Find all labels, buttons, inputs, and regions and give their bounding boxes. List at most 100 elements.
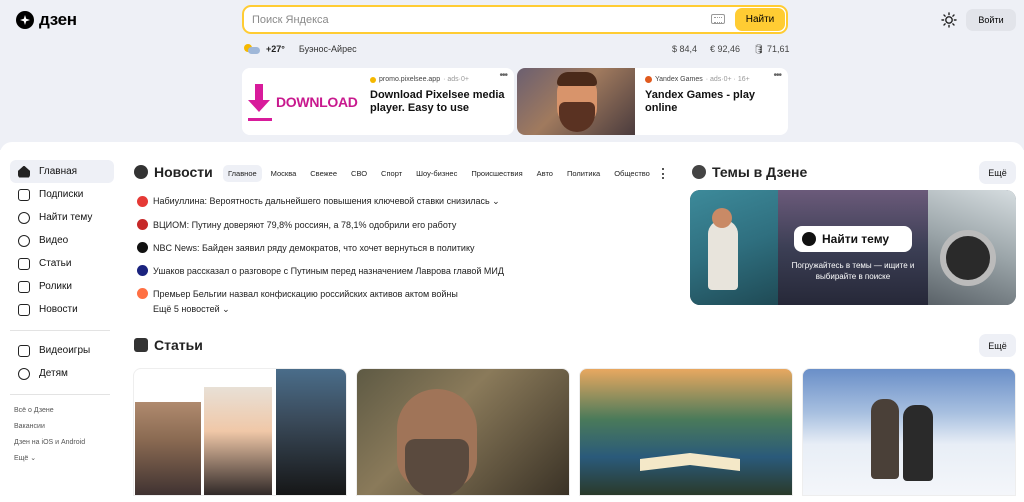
- article-photo-child: [903, 405, 933, 481]
- topics-banner[interactable]: Найти тему Погружайтесь в темы — ищите и…: [690, 190, 1016, 305]
- shorts-icon: [18, 280, 30, 293]
- more-tabs-icon[interactable]: [661, 168, 665, 179]
- weather-temp: +27°: [266, 44, 285, 54]
- articles-more-button[interactable]: Ещё: [979, 334, 1016, 357]
- sidebar-item-find-topic[interactable]: Найти тему: [10, 206, 114, 229]
- sidebar: Главная Подписки Найти тему Видео Статьи…: [10, 160, 114, 467]
- more-news-button[interactable]: Ещё 5 новостей ⌄: [153, 304, 230, 315]
- ad-image-text: DOWNLOAD: [276, 93, 358, 110]
- banner-photo-right: [928, 190, 1016, 305]
- news-item[interactable]: ВЦИОМ: Путину доверяют 79,8% россиян, а …: [137, 213, 677, 236]
- tab-main[interactable]: Главное: [223, 165, 262, 182]
- footer-link-apps[interactable]: Дзен на iOS и Android: [10, 435, 114, 451]
- banner-photo-left: [690, 190, 778, 305]
- ad-card-pixelsee[interactable]: DOWNLOAD promo.pixelsee.app · ads·0+ Dow…: [242, 68, 514, 135]
- search-bar: Найти: [242, 5, 788, 34]
- find-topic-label: Найти тему: [822, 232, 890, 246]
- sidebar-item-home[interactable]: Главная: [10, 160, 114, 183]
- logo[interactable]: дзен: [16, 10, 77, 30]
- tab-society[interactable]: Общество: [609, 165, 655, 182]
- divider: [10, 330, 110, 331]
- logo-text: дзен: [39, 10, 77, 29]
- ad-image: [517, 68, 635, 135]
- theme-toggle-sun-icon[interactable]: [941, 12, 957, 28]
- ad-card-yandex-games[interactable]: Yandex Games · ads·0+ · 16+ Yandex Games…: [517, 68, 788, 135]
- banner-subtitle: Погружайтесь в темы — ищите и выбирайте …: [791, 261, 915, 281]
- tab-incidents[interactable]: Происшествия: [466, 165, 527, 182]
- ad-title: Yandex Games - play online: [645, 89, 756, 114]
- news-item[interactable]: Ушаков рассказал о разговоре с Путиным п…: [137, 259, 677, 282]
- articles-section-title[interactable]: Статьи: [134, 337, 203, 353]
- sidebar-item-label: Ролики: [39, 281, 72, 292]
- ad-image: DOWNLOAD: [242, 68, 360, 135]
- tab-politics[interactable]: Политика: [562, 165, 605, 182]
- source-icon: [645, 76, 652, 83]
- sidebar-item-videogames[interactable]: Видеоигры: [10, 339, 114, 362]
- source-logo-icon: [137, 288, 148, 299]
- tab-showbiz[interactable]: Шоу-бизнес: [411, 165, 462, 182]
- login-button[interactable]: Войти: [966, 9, 1016, 31]
- kids-icon: [18, 367, 30, 380]
- banner-wheel: [940, 230, 996, 286]
- article-card[interactable]: [579, 368, 793, 496]
- sidebar-item-label: Найти тему: [39, 212, 93, 223]
- news-text: ВЦИОМ: Путину доверяют 79,8% россиян, а …: [153, 219, 457, 230]
- news-icon: [18, 303, 30, 316]
- sidebar-item-label: Видео: [39, 235, 69, 246]
- tab-moscow[interactable]: Москва: [266, 165, 302, 182]
- sidebar-item-news[interactable]: Новости: [10, 298, 114, 321]
- more-dots-icon[interactable]: •••: [773, 70, 781, 81]
- weather-widget[interactable]: +27° Буэнос-Айрес: [244, 44, 357, 54]
- topics-more-button[interactable]: Ещё: [979, 161, 1016, 184]
- sidebar-item-articles[interactable]: Статьи: [10, 252, 114, 275]
- rate-eur: € 92,46: [710, 44, 741, 54]
- sidebar-item-label: Новости: [39, 304, 78, 315]
- article-photo-child: [871, 399, 899, 479]
- articles-icon: [134, 338, 148, 352]
- character-hair: [557, 72, 597, 86]
- find-topic-button[interactable]: Найти тему: [794, 226, 912, 252]
- compass-icon: [802, 232, 816, 246]
- article-photo-beard: [405, 439, 469, 495]
- more-dots-icon[interactable]: •••: [499, 70, 507, 81]
- rate-usd: $ 84,4: [672, 44, 698, 54]
- download-arrow-icon: [248, 83, 270, 120]
- news-item[interactable]: NBC News: Байден заявил ряду демократов,…: [137, 236, 677, 259]
- article-cards: [133, 368, 1016, 496]
- compass-icon: [18, 211, 30, 224]
- search-button[interactable]: Найти: [735, 8, 785, 31]
- topics-section-title[interactable]: Темы в Дзене: [692, 164, 807, 180]
- footer-link-more[interactable]: Ещё ⌄: [10, 451, 114, 467]
- sidebar-item-shorts[interactable]: Ролики: [10, 275, 114, 298]
- news-item[interactable]: Премьер Бельгии назвал конфискацию росси…: [137, 282, 677, 305]
- source-icon: [370, 76, 376, 83]
- footer-link-about[interactable]: Всё о Дзене: [10, 403, 114, 419]
- article-card[interactable]: [356, 368, 570, 496]
- sidebar-item-subscriptions[interactable]: Подписки: [10, 183, 114, 206]
- news-section-title[interactable]: Новости: [134, 164, 213, 180]
- tab-sport[interactable]: Спорт: [376, 165, 407, 182]
- keyboard-icon[interactable]: [711, 14, 725, 24]
- partly-cloudy-icon: [244, 44, 260, 54]
- articles-icon: [18, 257, 30, 270]
- article-photo: [135, 402, 201, 495]
- tab-svo[interactable]: СВО: [346, 165, 372, 182]
- ad-source-meta: · ads·0+ · 16+: [705, 76, 750, 83]
- news-title: Новости: [154, 164, 213, 180]
- tab-auto[interactable]: Авто: [532, 165, 558, 182]
- article-card[interactable]: [133, 368, 347, 496]
- topics-title: Темы в Дзене: [712, 164, 808, 180]
- sidebar-item-video[interactable]: Видео: [10, 229, 114, 252]
- article-card[interactable]: [802, 368, 1016, 496]
- weather-city: Буэнос-Айрес: [298, 44, 357, 54]
- search-input[interactable]: [252, 11, 692, 29]
- sidebar-item-kids[interactable]: Детям: [10, 362, 114, 385]
- sidebar-item-label: Детям: [39, 368, 68, 379]
- articles-title: Статьи: [154, 337, 203, 353]
- currency-rates[interactable]: $ 84,4 € 92,46 🛢 71,61: [672, 44, 790, 55]
- footer-link-jobs[interactable]: Вакансии: [10, 419, 114, 435]
- banner-person-head: [712, 208, 732, 228]
- tab-fresh[interactable]: Свежее: [305, 165, 342, 182]
- news-item[interactable]: Набиуллина: Вероятность дальнейшего повы…: [137, 190, 677, 213]
- news-text: Ушаков рассказал о разговоре с Путиным п…: [153, 265, 504, 276]
